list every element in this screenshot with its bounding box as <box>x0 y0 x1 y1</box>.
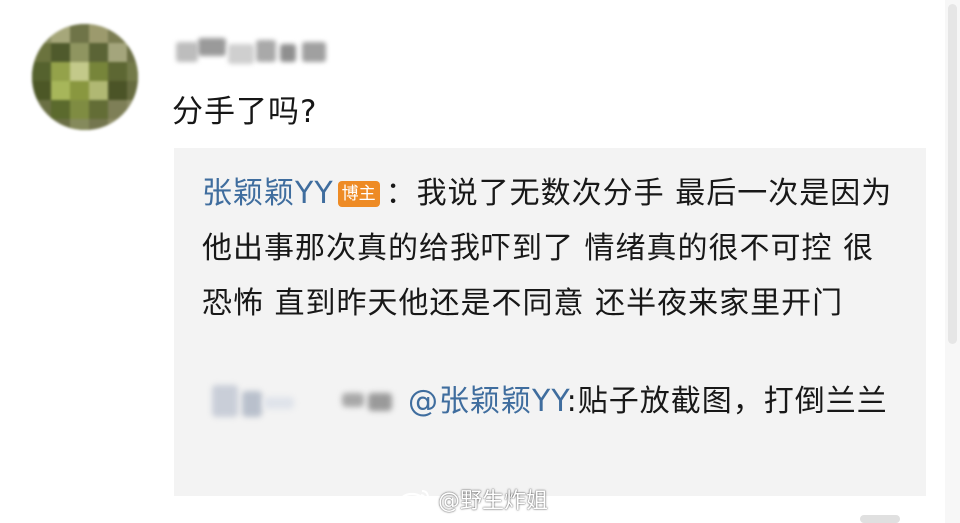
reply-paragraph: 张颖颖YY 博主 ：我说了无数次分手 最后一次是因为他出事那次真的给我吓到了 情绪真… <box>202 166 902 331</box>
quoted-reply-box[interactable]: 张颖颖YY 博主 ：我说了无数次分手 最后一次是因为他出事那次真的给我吓到了 情绪真… <box>174 148 926 496</box>
mention-link[interactable]: @张颖颖YY <box>408 384 567 419</box>
bottom-edge-element <box>860 515 900 523</box>
comment-screenshot: 分手了吗? 张颖颖YY 博主 ：我说了无数次分手 最后一次是因为他出事那次真的给我吓… <box>0 0 960 523</box>
sub-reply-text: :贴子放截图，打倒兰兰 <box>566 384 888 419</box>
scrollbar[interactable] <box>945 0 960 523</box>
reply-author-link[interactable]: 张颖颖YY <box>202 176 334 211</box>
sub-reply: @张颖颖YY:贴子放截图，打倒兰兰 <box>202 376 912 428</box>
watermark-text: @野生炸姐 <box>438 489 549 514</box>
sub-reply-username-redacted[interactable] <box>202 381 408 421</box>
weibo-logo-icon <box>398 490 429 512</box>
blogger-badge: 博主 <box>337 181 380 207</box>
watermark: @野生炸姐 <box>398 484 548 514</box>
username-redacted[interactable] <box>172 34 332 70</box>
reply-separator: ： <box>385 176 417 211</box>
comment-text: 分手了吗? <box>172 94 318 130</box>
scrollbar-thumb[interactable] <box>948 4 957 344</box>
user-avatar[interactable] <box>32 24 138 130</box>
